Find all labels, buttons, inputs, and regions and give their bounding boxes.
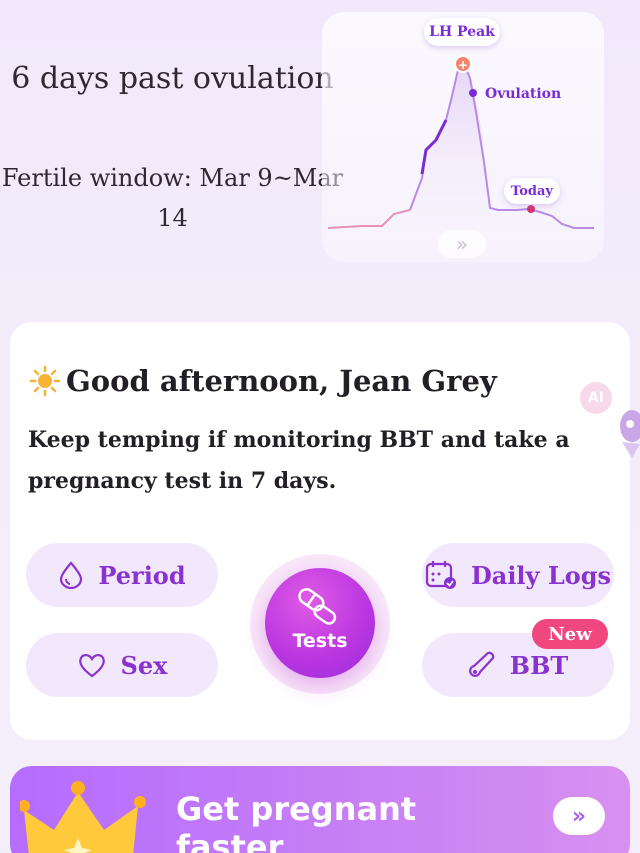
greeting-text: Good afternoon, Jean Grey: [66, 364, 497, 398]
double-chevron-right-icon: »: [455, 232, 469, 256]
heart-icon: [78, 654, 105, 678]
period-label: Period: [98, 560, 186, 590]
chart-more-button[interactable]: »: [438, 230, 486, 258]
sex-label: Sex: [120, 650, 168, 680]
calendar-check-icon: [425, 561, 456, 589]
promo-text[interactable]: Get pregnant faster: [176, 790, 516, 853]
pill-capsule-icon: [298, 588, 337, 625]
thermometer-icon: [468, 651, 495, 677]
new-badge: New: [532, 619, 608, 649]
period-button[interactable]: Period: [26, 543, 218, 607]
fertile-window-text: Fertile window: Mar 9~Mar 14: [1, 164, 344, 232]
crown-icon: [20, 781, 146, 853]
ovulation-marker: [469, 89, 477, 97]
promo-arrow-button[interactable]: »: [553, 797, 605, 835]
sex-button[interactable]: Sex: [26, 633, 218, 697]
ovulation-label: Ovulation: [485, 86, 562, 102]
daily-logs-button[interactable]: Daily Logs: [422, 543, 614, 607]
ai-assistant-icon[interactable]: [612, 404, 640, 464]
double-chevron-right-icon: »: [571, 803, 587, 829]
tests-label[interactable]: Tests: [265, 630, 375, 652]
greeting: Good afternoon, Jean Grey: [28, 360, 497, 402]
svg-text:+: +: [458, 58, 468, 72]
chart-line-pre: [327, 209, 411, 229]
today-label: Today: [504, 178, 560, 204]
drop-icon: [60, 561, 83, 589]
bbt-label: BBT: [509, 650, 569, 680]
sun-icon: [29, 365, 61, 397]
lh-peak-label: LH Peak: [424, 18, 500, 46]
days-past-ovulation-text: 6 days past ovulation: [11, 61, 334, 96]
today-marker: [527, 205, 535, 213]
advice-text: Keep temping if monitoring BBT and take …: [28, 427, 570, 494]
ai-badge[interactable]: AI: [580, 382, 612, 414]
cycle-chart[interactable]: +: [322, 12, 604, 262]
chart-area-fill: [410, 64, 490, 230]
daily-logs-label: Daily Logs: [470, 560, 612, 590]
